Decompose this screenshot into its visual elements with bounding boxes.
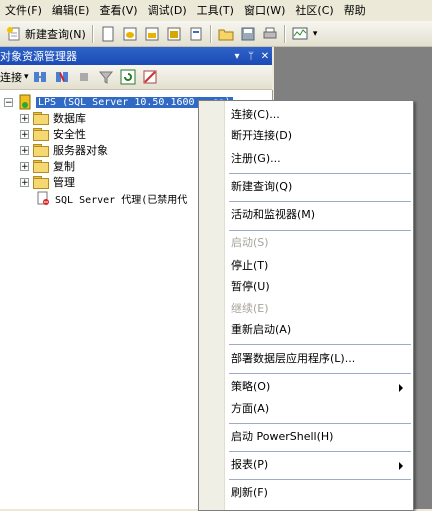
folder-icon <box>33 160 49 173</box>
tree-item-label: 服务器对象 <box>53 144 108 157</box>
tree-item-replication[interactable]: + 复制 <box>20 158 75 174</box>
tree-item-label: 复制 <box>53 160 75 173</box>
tree-item-security[interactable]: + 安全性 <box>20 126 86 142</box>
open-folder-icon[interactable] <box>218 26 234 42</box>
menu-item-restart[interactable]: 重新启动(A) <box>231 323 291 337</box>
folder-icon <box>33 144 49 157</box>
menu-separator <box>229 373 411 374</box>
menu-separator <box>229 230 411 231</box>
save-icon[interactable] <box>240 26 256 42</box>
menu-separator <box>229 451 411 452</box>
tree-item-label: SQL Server 代理(已禁用代 <box>55 194 188 206</box>
tree-item-server-objects[interactable]: + 服务器对象 <box>20 142 108 158</box>
main-toolbar: 新建查询(N) ▾ <box>0 21 432 47</box>
menu-item-resume: 继续(E) <box>231 302 269 315</box>
tree-item-management[interactable]: + 管理 <box>20 174 75 190</box>
menu-separator <box>229 201 411 202</box>
context-menu: 连接(C)... 断开连接(D) 注册(G)... 新建查询(Q) 活动和监视器… <box>198 100 414 511</box>
menu-item-deploy-dac[interactable]: 部署数据层应用程序(L)... <box>231 352 355 366</box>
expand-icon[interactable]: + <box>20 113 29 123</box>
submenu-arrow-icon <box>399 384 403 392</box>
stop-icon[interactable] <box>76 69 92 85</box>
menu-gutter <box>199 101 225 510</box>
expand-icon[interactable]: + <box>20 161 29 171</box>
menu-separator <box>229 423 411 424</box>
toolbar-separator <box>209 24 212 43</box>
menu-item-disconnect[interactable]: 断开连接(D) <box>231 129 292 143</box>
menu-item-pause[interactable]: 暂停(U) <box>231 280 270 294</box>
menu-item-facets[interactable]: 方面(A) <box>231 402 269 416</box>
menu-item-new-query[interactable]: 新建查询(Q) <box>231 180 292 194</box>
print-icon[interactable] <box>262 26 278 42</box>
refresh-icon[interactable] <box>120 69 136 85</box>
xmla-query-icon[interactable] <box>166 26 182 42</box>
tree-item-sql-agent[interactable]: SQL Server 代理(已禁用代 <box>35 190 187 206</box>
menu-item-register[interactable]: 注册(G)... <box>231 152 281 166</box>
menu-item-activity-monitor[interactable]: 活动和监视器(M) <box>231 208 315 222</box>
menu-bar: 文件(F) 编辑(E) 查看(V) 调试(D) 工具(T) 窗口(W) 社区(C… <box>0 0 432 21</box>
menu-window[interactable]: 窗口(W) <box>239 0 288 21</box>
toolbar-separator <box>91 24 94 43</box>
object-explorer-toolbar: 连接 ▾ <box>0 65 272 90</box>
toolbar-overflow-icon[interactable]: ▾ <box>313 29 318 39</box>
close-icon[interactable]: ✕ <box>258 51 272 62</box>
new-query-button[interactable]: 新建查询(N) <box>0 26 89 42</box>
folder-icon <box>33 112 49 125</box>
tree-item-label: 安全性 <box>53 128 86 141</box>
agent-disabled-icon <box>37 191 49 205</box>
connect-server-icon[interactable] <box>32 69 48 85</box>
filter-icon[interactable] <box>98 69 114 85</box>
new-query-label: 新建查询(N) <box>25 27 86 41</box>
activity-report-icon[interactable] <box>142 69 158 85</box>
menu-item-reports[interactable]: 报表(P) <box>231 458 268 472</box>
expand-icon[interactable]: + <box>20 177 29 187</box>
tree-item-label: 管理 <box>53 176 75 189</box>
panel-title: 对象资源管理器 <box>0 50 77 63</box>
activity-monitor-icon[interactable] <box>292 26 308 42</box>
menu-separator <box>229 344 411 345</box>
connect-label: 连接 <box>0 71 22 84</box>
menu-view[interactable]: 查看(V) <box>94 0 140 21</box>
toolbar-separator <box>283 24 286 43</box>
collapse-icon[interactable]: − <box>4 97 13 107</box>
pin-icon[interactable]: ᛘ <box>244 51 258 62</box>
submenu-arrow-icon <box>399 462 403 470</box>
menu-edit[interactable]: 编辑(E) <box>47 0 93 21</box>
expand-icon[interactable]: + <box>20 145 29 155</box>
menu-tools[interactable]: 工具(T) <box>192 0 237 21</box>
sqlce-query-icon[interactable] <box>188 26 204 42</box>
object-explorer-title-bar: 对象资源管理器 ▾ ᛘ ✕ <box>0 47 272 65</box>
analysis-query-icon[interactable] <box>144 26 160 42</box>
tree-item-label: 数据库 <box>53 112 86 125</box>
tree-item-databases[interactable]: + 数据库 <box>20 110 86 126</box>
chevron-down-icon: ▾ <box>24 72 29 82</box>
menu-item-refresh[interactable]: 刷新(F) <box>231 486 268 500</box>
menu-item-policies[interactable]: 策略(O) <box>231 380 270 394</box>
server-icon <box>19 94 31 110</box>
menu-item-connect[interactable]: 连接(C)... <box>231 108 280 122</box>
panel-dropdown-icon[interactable]: ▾ <box>230 51 244 62</box>
menu-file[interactable]: 文件(F) <box>0 0 45 21</box>
menu-item-powershell[interactable]: 启动 PowerShell(H) <box>231 430 333 444</box>
folder-icon <box>33 128 49 141</box>
menu-help[interactable]: 帮助 <box>339 0 369 21</box>
new-file-icon[interactable] <box>100 26 116 42</box>
menu-item-start: 启动(S) <box>231 236 269 249</box>
menu-item-stop[interactable]: 停止(T) <box>231 259 268 273</box>
disconnect-server-icon[interactable] <box>54 69 70 85</box>
menu-separator <box>229 479 411 480</box>
menu-community[interactable]: 社区(C) <box>290 0 336 21</box>
expand-icon[interactable]: + <box>20 129 29 139</box>
folder-icon <box>33 176 49 189</box>
database-engine-query-icon[interactable] <box>122 26 138 42</box>
connect-button[interactable]: 连接 ▾ <box>0 69 29 85</box>
new-query-icon <box>7 26 20 40</box>
menu-separator <box>229 173 411 174</box>
menu-debug[interactable]: 调试(D) <box>143 0 190 21</box>
